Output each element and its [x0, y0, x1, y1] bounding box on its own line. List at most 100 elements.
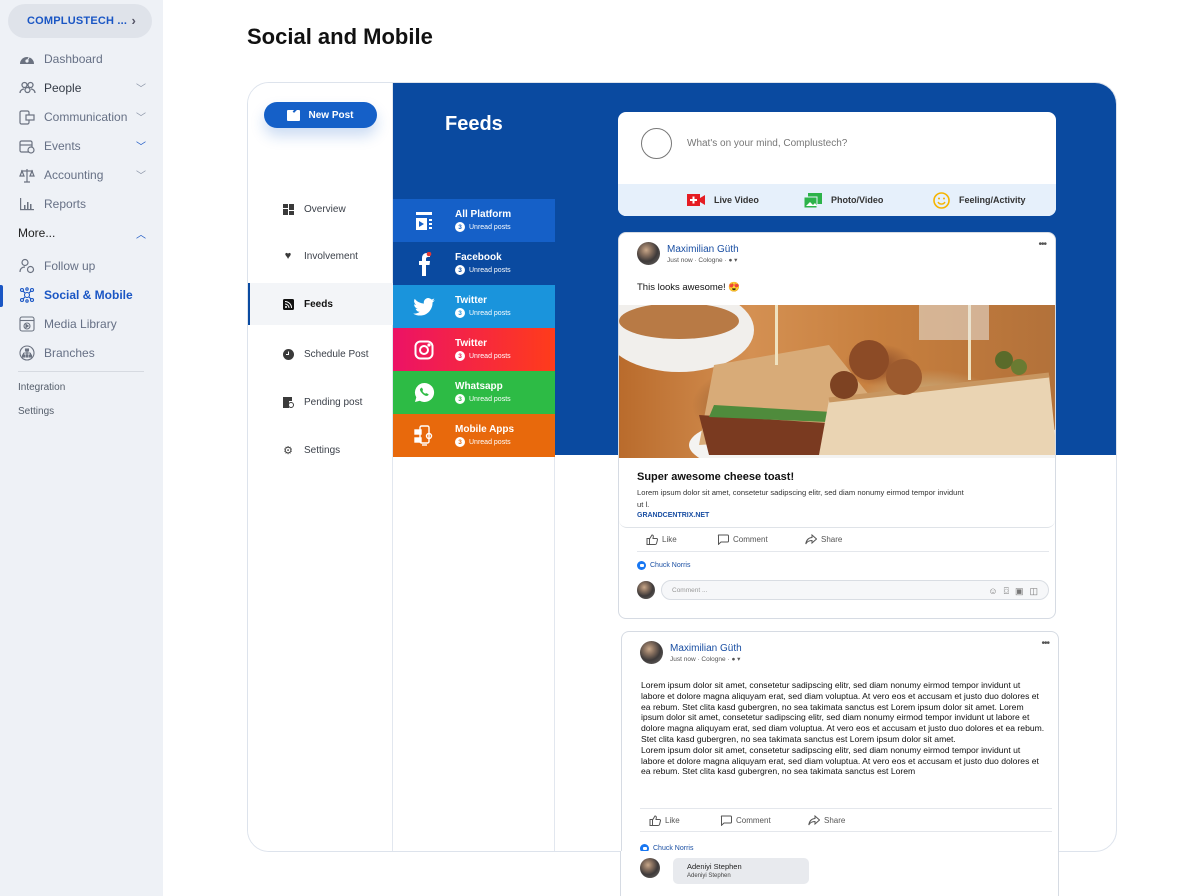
share-icon — [808, 815, 820, 826]
post-image-cheese-toast[interactable] — [619, 305, 1055, 458]
twitter-icon — [393, 297, 455, 316]
media-library-icon — [18, 316, 36, 332]
unread-count-badge: 3 — [455, 437, 465, 447]
more-options-icon[interactable]: ••• — [1041, 638, 1049, 649]
composer-avatar — [641, 128, 672, 159]
comment-author[interactable]: Adeniyi Stephen — [687, 862, 809, 871]
like-button[interactable]: Like — [649, 815, 680, 826]
link-domain[interactable]: GRANDCENTRIX.NET — [637, 512, 709, 519]
unread-label: Unread posts — [469, 309, 511, 317]
globe-icon[interactable]: ● ▾ — [731, 656, 740, 663]
more-options-icon[interactable]: ••• — [1038, 239, 1046, 250]
camera-icon[interactable]: ⌼ — [1004, 586, 1009, 597]
link-description: Lorem ipsum dolor sit amet, consetetur s… — [637, 488, 964, 509]
more-section-toggle[interactable]: More... ︿ — [18, 226, 146, 241]
post-header: Maximilian Güth Just now · Cologne · ● ▾ — [637, 242, 739, 265]
chevron-down-icon[interactable]: ﹀ — [136, 138, 146, 153]
author-avatar[interactable] — [640, 641, 663, 664]
menu-item-pending-post[interactable]: Pending post — [248, 381, 393, 423]
link-preview[interactable]: Super awesome cheese toast! Lorem ipsum … — [619, 458, 1055, 528]
platform-instagram[interactable]: Twitter 3 Unread posts — [393, 328, 555, 371]
sidebar-item-dashboard[interactable]: Dashboard — [18, 51, 146, 67]
comment-button[interactable]: Comment — [720, 815, 771, 826]
sidebar-item-accounting[interactable]: Accounting ﹀ — [18, 167, 146, 183]
unread-count-badge: 3 — [455, 351, 465, 361]
sidebar-link-settings[interactable]: Settings — [18, 406, 54, 417]
platform-name: Facebook — [455, 252, 502, 263]
composer-input[interactable]: What's on your mind, Complustech? — [687, 138, 847, 149]
photo-video-button[interactable]: Photo/Video — [804, 192, 883, 208]
sidebar-item-label: Follow up — [44, 259, 96, 273]
menu-item-settings[interactable]: ⚙ Settings — [248, 429, 393, 471]
live-video-button[interactable]: Live Video — [687, 194, 759, 206]
post-paragraph: Lorem ipsum dolor sit amet, consetetur s… — [641, 680, 1045, 744]
comment-button[interactable]: Comment — [717, 534, 768, 545]
sidebar-item-communication[interactable]: Communication ﹀ — [18, 109, 146, 125]
author-name[interactable]: Maximilian Güth — [667, 244, 739, 255]
liked-by[interactable]: Chuck Norris — [637, 561, 690, 570]
new-post-button[interactable]: New Post — [264, 102, 377, 128]
menu-item-schedule-post[interactable]: Schedule Post — [248, 333, 393, 375]
platform-whatsapp[interactable]: Whatsapp 3 Unread posts — [393, 371, 555, 414]
org-switcher[interactable]: COMPLUSTECH ... › — [8, 4, 152, 38]
page-title: Social and Mobile — [247, 24, 433, 49]
heart-icon: ♥ — [284, 250, 292, 262]
social-panel: New Post Overview ♥ Involvement Feeds Sc… — [247, 82, 1117, 852]
menu-item-involvement[interactable]: ♥ Involvement — [248, 235, 393, 277]
sidebar-item-people[interactable]: People ﹀ — [18, 80, 146, 96]
action-label: Comment — [733, 535, 768, 544]
sidebar-item-reports[interactable]: Reports — [18, 196, 146, 212]
sidebar-item-social-mobile[interactable]: Social & Mobile — [18, 287, 146, 303]
social-menu: New Post Overview ♥ Involvement Feeds Sc… — [248, 83, 393, 851]
comment-placeholder: Comment ... — [672, 586, 708, 594]
post-header: Maximilian Güth Just now · Cologne · ● ▾ — [640, 641, 742, 664]
link-title: Super awesome cheese toast! — [637, 471, 795, 483]
platform-mobile-apps[interactable]: Mobile Apps 3 Unread posts — [393, 414, 555, 457]
platform-all[interactable]: All Platform 3 Unread posts — [393, 199, 555, 242]
comment-input[interactable]: Comment ... ☺ ⌼ ▣ ◫ — [661, 580, 1049, 600]
chevron-down-icon[interactable]: ﹀ — [136, 167, 146, 182]
platform-name: Mobile Apps — [455, 424, 515, 435]
globe-icon[interactable]: ● ▾ — [728, 257, 737, 264]
share-button[interactable]: Share — [805, 534, 842, 545]
unread-label: Unread posts — [469, 223, 511, 231]
feed-post: Maximilian Güth Just now · Cologne · ● ▾… — [618, 232, 1056, 619]
unread-label: Unread posts — [469, 438, 511, 446]
platform-twitter[interactable]: Twitter 3 Unread posts — [393, 285, 555, 328]
reports-icon — [18, 196, 36, 212]
commenter-avatar — [637, 581, 655, 599]
menu-item-overview[interactable]: Overview — [248, 188, 393, 230]
comment-icon — [717, 534, 729, 545]
more-label: More... — [18, 226, 56, 240]
platform-name: Whatsapp — [455, 381, 503, 392]
chevron-down-icon[interactable]: ﹀ — [136, 80, 146, 95]
like-button[interactable]: Like — [646, 534, 677, 545]
instagram-icon — [393, 340, 455, 360]
author-avatar[interactable] — [637, 242, 660, 265]
gif-icon[interactable]: ▣ — [1015, 586, 1024, 597]
platform-name: Twitter — [455, 295, 488, 306]
sidebar-link-integration[interactable]: Integration — [18, 382, 65, 393]
photo-video-icon — [804, 192, 822, 208]
sidebar-item-branches[interactable]: Branches — [18, 345, 146, 361]
menu-item-feeds[interactable]: Feeds — [248, 283, 393, 325]
sidebar-item-label: People — [44, 81, 82, 95]
sidebar-item-follow-up[interactable]: Follow up — [18, 258, 146, 274]
sidebar-item-media-library[interactable]: Media Library — [18, 316, 146, 332]
thumbs-up-icon — [649, 815, 661, 826]
platform-facebook[interactable]: Facebook 3 Unread posts — [393, 242, 555, 285]
pending-icon — [282, 396, 294, 408]
unread-count-badge: 3 — [455, 394, 465, 404]
author-name[interactable]: Maximilian Güth — [670, 643, 742, 654]
action-label: Share — [824, 816, 846, 825]
sidebar-item-events[interactable]: Events ﹀ — [18, 138, 146, 154]
commenter-avatar — [640, 858, 660, 878]
liked-by-name: Chuck Norris — [650, 562, 691, 569]
emoji-icon[interactable]: ☺ — [988, 586, 997, 597]
feeling-activity-button[interactable]: Feeling/Activity — [933, 191, 1026, 209]
sticker-icon[interactable]: ◫ — [1029, 586, 1038, 597]
comment-text: Adeniyi Stephen — [687, 873, 731, 879]
share-button[interactable]: Share — [808, 815, 845, 826]
chevron-down-icon[interactable]: ﹀ — [136, 109, 146, 124]
composer-actions: Live Video Photo/Video Feeling/Activity — [618, 184, 1056, 216]
